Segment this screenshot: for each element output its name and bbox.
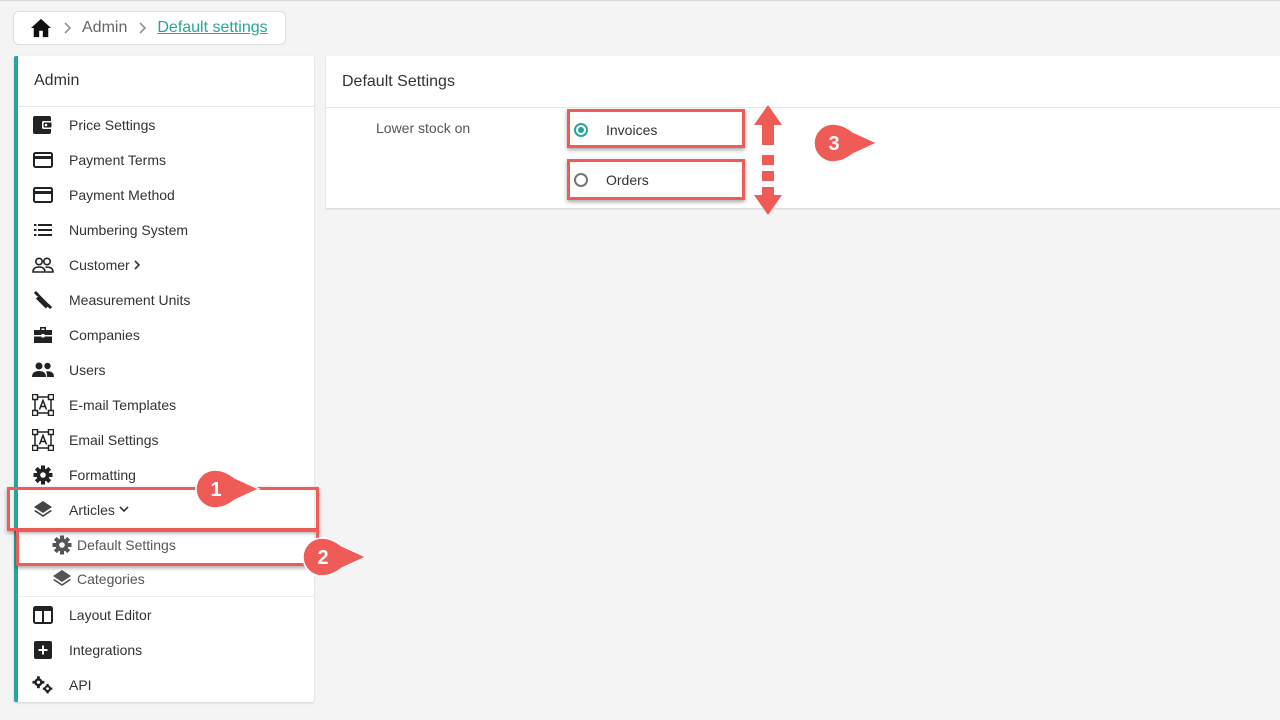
sidebar-item-label: Companies [69,326,140,343]
layout-icon [32,604,54,626]
people-icon [32,359,54,381]
sidebar-item-label: Categories [77,571,145,587]
annotation-box-orders [567,159,745,200]
sidebar-item-measurement-units[interactable]: Measurement Units [18,282,314,317]
sidebar-item-integrations[interactable]: Integrations [18,632,314,667]
sidebar-item-label: Customer [69,256,130,273]
sidebar-item-label: Numbering System [69,221,189,238]
sidebar-item-api[interactable]: API [18,667,314,702]
sidebar-item-label: Payment Terms [69,151,166,168]
sidebar-item-label: Payment Method [69,186,175,203]
breadcrumb: Admin Default settings [13,11,286,45]
sidebar-item-label: E-mail Templates [69,396,177,413]
sidebar-item-label: API [69,676,92,693]
annotation-box-invoices [567,109,745,148]
credit-card-icon [32,184,54,206]
annotation-badge-1: 1 [195,469,261,509]
sidebar-subitem-categories[interactable]: Categories [18,562,314,597]
chevron-right-icon [134,259,141,270]
sidebar-item-label: Price Settings [69,116,156,133]
default-settings-card: Default Settings Lower stock on Invoices… [326,56,1280,208]
annotation-box-articles [7,487,319,531]
sidebar-item-companies[interactable]: Companies [18,317,314,352]
text-box-icon [32,393,54,416]
credit-card-icon [32,149,54,171]
home-icon[interactable] [30,17,52,39]
svg-text:2: 2 [317,547,328,569]
annotation-badge-3: 3 [813,123,879,163]
breadcrumb-default-settings[interactable]: Default settings [157,19,267,37]
plus-box-icon [32,639,54,661]
lower-stock-label: Lower stock on [376,120,471,136]
sidebar-item-customer[interactable]: Customer [18,247,314,282]
double-arrow-icon [754,105,782,215]
svg-text:3: 3 [828,133,839,155]
chevron-right-icon [64,22,72,34]
layers-icon [52,568,72,590]
sidebar-item-email-settings[interactable]: Email Settings [18,422,314,457]
sidebar-title: Admin [18,56,314,107]
sidebar-item-label: Email Settings [69,431,159,448]
sidebar-item-label: Layout Editor [69,606,152,623]
gears-icon [32,674,54,696]
admin-sidebar: Admin Price Settings Payment Terms Payme… [14,56,314,702]
sidebar-item-label: Integrations [69,641,143,658]
gear-icon [32,464,54,486]
sidebar-item-payment-method[interactable]: Payment Method [18,177,314,212]
breadcrumb-admin[interactable]: Admin [82,19,127,37]
annotation-box-default-settings [16,529,319,566]
text-box-icon [32,428,54,451]
card-title: Default Settings [326,56,1280,108]
sidebar-item-users[interactable]: Users [18,352,314,387]
sidebar-item-numbering-system[interactable]: Numbering System [18,212,314,247]
annotation-badge-2: 2 [302,537,368,577]
briefcase-icon [32,324,54,346]
sidebar-item-price-settings[interactable]: Price Settings [18,107,314,142]
list-icon [32,219,54,241]
sidebar-item-label: Users [69,361,106,378]
people-outline-icon [32,254,54,276]
sidebar-item-label: Formatting [69,466,136,483]
sidebar-item-layout-editor[interactable]: Layout Editor [18,597,314,632]
svg-text:1: 1 [210,479,221,501]
sidebar-item-email-templates[interactable]: E-mail Templates [18,387,314,422]
sidebar-item-payment-terms[interactable]: Payment Terms [18,142,314,177]
sidebar-item-label: Measurement Units [69,291,191,308]
ruler-icon [32,289,54,311]
chevron-right-icon [139,22,147,34]
wallet-icon [32,114,54,136]
